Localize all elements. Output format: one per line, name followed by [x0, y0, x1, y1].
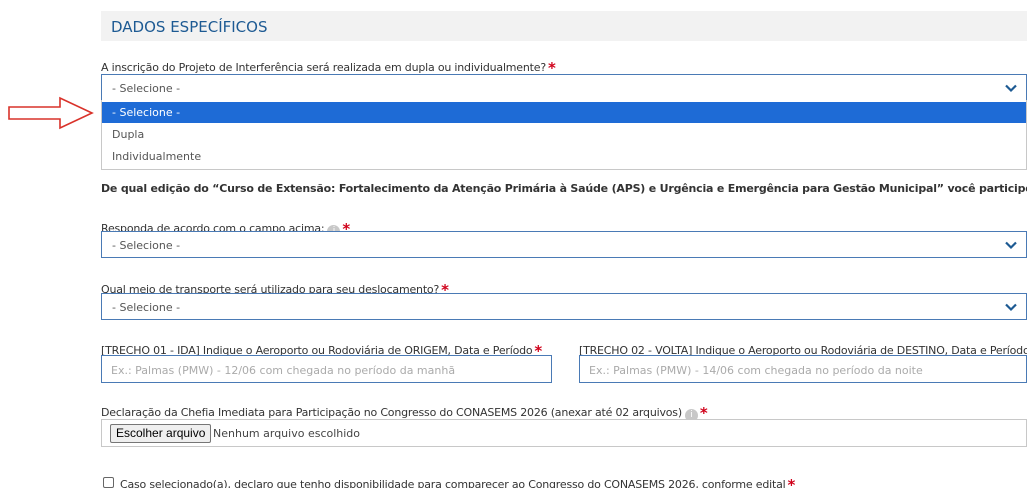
disponibilidade-checkbox[interactable]	[103, 477, 114, 488]
trecho-ida-placeholder: Ex.: Palmas (PMW) - 12/06 com chegada no…	[111, 364, 456, 377]
disponibilidade-label: Caso selecionado(a), declaro que tenho d…	[120, 474, 795, 488]
option-individualmente[interactable]: Individualmente	[102, 146, 1026, 167]
trecho-volta-placeholder: Ex.: Palmas (PMW) - 14/06 com chegada no…	[589, 364, 923, 377]
trecho-volta-input[interactable]: Ex.: Palmas (PMW) - 14/06 com chegada no…	[579, 355, 1027, 383]
section-title: DADOS ESPECÍFICOS	[111, 18, 268, 36]
declaracao-label-text: Declaração da Chefia Imediata para Parti…	[101, 406, 682, 419]
responda-select[interactable]: - Selecione -	[101, 231, 1027, 258]
inscricao-select[interactable]: - Selecione -	[101, 74, 1027, 101]
required-marker: *	[787, 476, 796, 488]
inscricao-dropdown-list: - Selecione - Dupla Individualmente	[101, 100, 1027, 170]
responda-select-value: - Selecione -	[112, 239, 181, 252]
chevron-down-icon	[1005, 303, 1017, 312]
option-selecione[interactable]: - Selecione -	[102, 102, 1026, 123]
inscricao-label: A inscrição do Projeto de Interferência …	[101, 57, 556, 77]
inscricao-label-text: A inscrição do Projeto de Interferência …	[101, 61, 546, 74]
edicao-heading: De qual edição do “Curso de Extensão: Fo…	[101, 182, 1027, 195]
chevron-down-icon	[1005, 84, 1017, 93]
trecho-ida-input[interactable]: Ex.: Palmas (PMW) - 12/06 com chegada no…	[101, 355, 552, 383]
chevron-down-icon	[1005, 241, 1017, 250]
choose-file-button[interactable]: Escolher arquivo	[110, 424, 212, 443]
inscricao-select-value: - Selecione -	[112, 82, 181, 95]
declaracao-file-field: Escolher arquivo Nenhum arquivo escolhid…	[101, 419, 1027, 447]
transporte-select[interactable]: - Selecione -	[101, 293, 1027, 320]
option-dupla[interactable]: Dupla	[102, 124, 1026, 145]
file-status: Nenhum arquivo escolhido	[213, 427, 361, 440]
arrow-right-icon	[8, 96, 94, 130]
transporte-select-value: - Selecione -	[112, 301, 181, 314]
disponibilidade-label-text: Caso selecionado(a), declaro que tenho d…	[120, 478, 786, 488]
section-header: DADOS ESPECÍFICOS	[101, 11, 1027, 41]
